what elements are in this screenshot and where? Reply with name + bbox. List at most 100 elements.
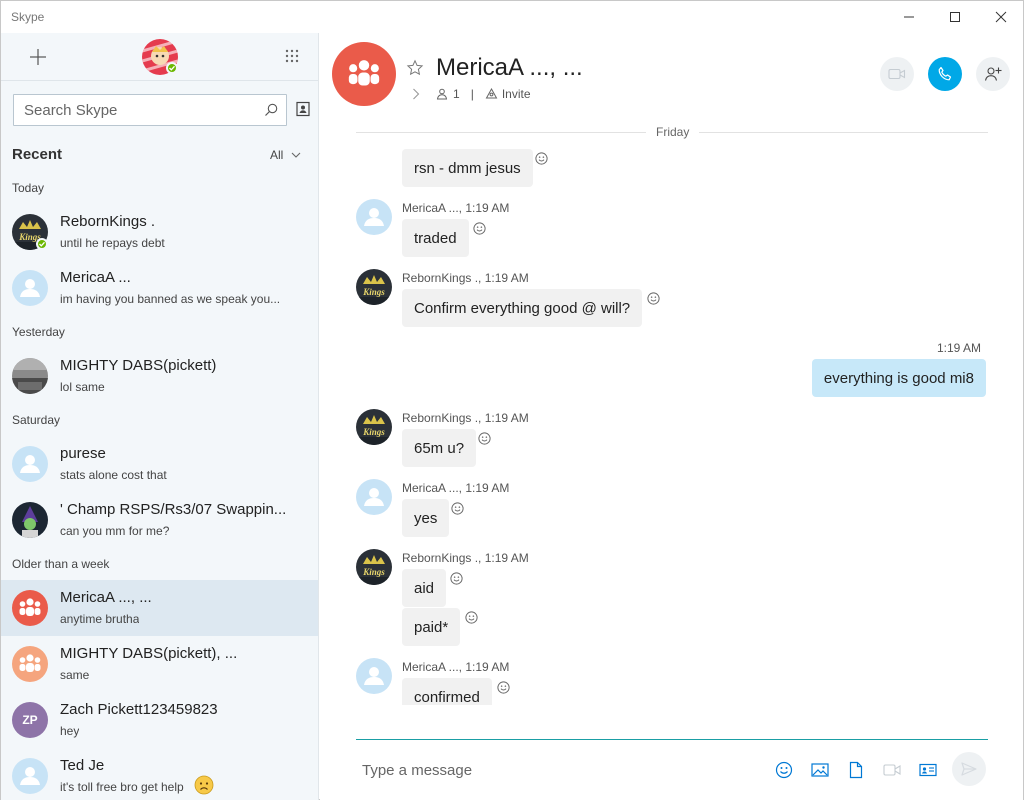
message-meta: MericaA ..., 1:19 AM [402, 481, 509, 495]
timestamp: 1:19 AM [484, 551, 529, 565]
conversation-item[interactable]: ZP Zach Pickett123459823 hey [1, 692, 318, 748]
video-call-button[interactable] [880, 57, 914, 91]
file-button[interactable] [845, 759, 867, 781]
contacts-book-icon[interactable] [295, 101, 311, 117]
chevron-right-icon[interactable] [412, 88, 420, 100]
message-bubble[interactable]: confirmed [402, 678, 492, 705]
close-button[interactable] [978, 1, 1024, 33]
default-person-avatar[interactable] [356, 658, 392, 694]
add-reaction-smile-icon[interactable] [646, 291, 661, 306]
reborn-kings-avatar[interactable] [356, 269, 392, 305]
participants-info: 1 | Invite [436, 87, 531, 101]
image-button[interactable] [809, 759, 831, 781]
conversation-item[interactable]: purese stats alone cost that [1, 436, 318, 492]
send-icon [961, 762, 977, 776]
message-bubble[interactable]: paid* [402, 608, 461, 646]
conversation-name: Zach Pickett123459823 [60, 701, 218, 718]
conversation-preview: im having you banned as we speak you... [60, 292, 281, 306]
search-box[interactable] [13, 94, 287, 126]
filter-label: All [270, 148, 284, 162]
search-input[interactable] [14, 95, 244, 125]
reborn-kings-avatar[interactable] [356, 409, 392, 445]
own-message-bubble[interactable]: everything is good mi8 [811, 359, 986, 397]
conversation-item[interactable]: Ted Je it's toll free bro get help [1, 748, 318, 800]
search-icon[interactable] [264, 103, 278, 117]
day-label: Friday [646, 125, 700, 139]
audio-call-button[interactable] [928, 57, 962, 91]
participant-count[interactable]: 1 [453, 87, 460, 101]
app-title: Skype [11, 10, 45, 24]
chat-title[interactable]: MericaA ..., ... [436, 54, 583, 82]
timestamp: 1:19 AM [465, 201, 510, 215]
message-bubble[interactable]: 65m u? [402, 429, 477, 467]
sidebar: Recent All Today RebornKings . until he … [1, 33, 319, 800]
conversation-item[interactable]: MericaA ... im having you banned as we s… [1, 260, 318, 316]
message-input[interactable] [356, 756, 756, 784]
add-person-icon [984, 67, 1002, 81]
video-camera-icon [888, 68, 906, 80]
reborn-kings-avatar[interactable] [356, 549, 392, 585]
favorite-star-icon[interactable] [406, 59, 424, 77]
message-bubble[interactable]: Confirm everything good @ will? [402, 289, 643, 327]
conversation-name: MIGHTY DABS(pickett), ... [60, 645, 238, 662]
emoji-button[interactable] [773, 759, 795, 781]
invite-link[interactable]: Invite [485, 87, 531, 101]
add-reaction-smile-icon[interactable] [449, 571, 464, 586]
default-person-avatar[interactable] [356, 199, 392, 235]
timestamp: 1:19 AM [465, 481, 510, 495]
group-avatar[interactable] [332, 42, 396, 106]
conversation-preview: it's toll free bro get help [60, 780, 184, 794]
conversation-name: ' Champ RSPS/Rs3/07 Swappin... [60, 501, 287, 518]
message-bubble[interactable]: aid [402, 569, 447, 607]
conversation-preview: lol same [60, 380, 105, 394]
new-chat-plus-icon[interactable] [27, 46, 49, 68]
add-reaction-smile-icon[interactable] [496, 680, 511, 695]
conversation-name: RebornKings . [60, 213, 156, 230]
message-bubble[interactable]: traded [402, 219, 469, 257]
champ-avatar [12, 502, 48, 538]
message-bubble[interactable]: rsn - dmm jesus [402, 149, 533, 187]
phone-icon [938, 66, 952, 81]
minimize-icon [904, 16, 914, 18]
skype-window: Skype Search Skype Recent All Today Rebo… [0, 0, 1024, 800]
contact-card-button[interactable] [917, 759, 939, 781]
default-person-avatar[interactable] [356, 479, 392, 515]
photo-avatar [12, 358, 48, 394]
group-avatar [12, 646, 48, 682]
maximize-button[interactable] [932, 1, 978, 33]
conversation-item-active[interactable]: MericaA ..., ... anytime brutha [1, 580, 318, 636]
add-reaction-smile-icon[interactable] [477, 431, 492, 446]
conversation-name: MericaA ..., ... [60, 589, 152, 606]
conversation-item[interactable]: MIGHTY DABS(pickett) lol same [1, 348, 318, 404]
add-reaction-smile-icon[interactable] [450, 501, 465, 516]
send-button[interactable] [952, 752, 986, 786]
message-meta: RebornKings ., 1:19 AM [402, 271, 529, 285]
conversation-name: MIGHTY DABS(pickett) [60, 357, 217, 374]
video-message-button[interactable] [881, 759, 903, 781]
conversation-name: Ted Je [60, 757, 105, 774]
message-list[interactable]: Friday rsn - dmm jesus MericaA ..., 1:19… [320, 123, 1023, 705]
message-meta: RebornKings ., 1:19 AM [402, 551, 529, 565]
conversation-item[interactable]: MIGHTY DABS(pickett), ... same [1, 636, 318, 692]
conversation-item[interactable]: RebornKings . until he repays debt [1, 204, 318, 260]
conversation-preview: can you mm for me? [60, 524, 170, 538]
add-participant-button[interactable] [976, 57, 1010, 91]
dialpad-icon[interactable] [285, 49, 299, 63]
message-bubble[interactable]: yes [402, 499, 450, 537]
conversation-item[interactable]: ' Champ RSPS/Rs3/07 Swappin... can you m… [1, 492, 318, 548]
sender-name: RebornKings ., [402, 271, 482, 285]
recent-filter-dropdown[interactable]: All [270, 148, 301, 162]
group-avatar [12, 590, 48, 626]
divider: | [470, 87, 474, 101]
message-meta: RebornKings ., 1:19 AM [402, 411, 529, 425]
add-reaction-smile-icon[interactable] [534, 151, 549, 166]
add-reaction-smile-icon[interactable] [472, 221, 487, 236]
sender-name: RebornKings ., [402, 551, 482, 565]
minimize-button[interactable] [886, 1, 932, 33]
online-status-icon [166, 62, 178, 74]
sidebar-toolbar [1, 33, 318, 81]
add-reaction-smile-icon[interactable] [464, 610, 479, 625]
chevron-down-icon [291, 152, 301, 158]
sender-name: MericaA ..., [402, 201, 463, 215]
default-person-avatar [12, 446, 48, 482]
